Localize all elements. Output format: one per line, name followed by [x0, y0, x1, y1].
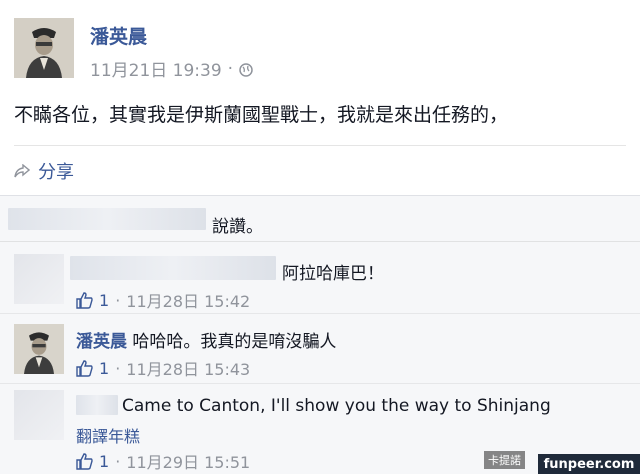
comment-like-count[interactable]: 1	[99, 452, 109, 471]
meta-separator: ·	[115, 451, 121, 471]
watermark-left: 卡提諾	[484, 451, 525, 469]
post-divider	[14, 145, 626, 146]
post-author-name[interactable]: 潘英晨	[90, 22, 147, 49]
post-body-text: 不瞞各位，其實我是伊斯蘭國聖戰士，我就是來出任務的，	[14, 104, 509, 126]
likes-text: 說讚。	[212, 217, 263, 237]
meta-separator: ·	[115, 358, 121, 378]
watermark-right: funpeer.com	[538, 454, 640, 474]
meta-separator: ·	[115, 290, 121, 310]
blurred-commenter-name	[70, 256, 276, 280]
comment-text: 哈哈哈。我真的是唷沒騙人	[132, 332, 337, 352]
blurred-liker-names	[8, 208, 206, 230]
comment-text-line: 潘英晨 哈哈哈。我真的是唷沒騙人	[76, 327, 336, 352]
author-avatar[interactable]	[14, 18, 74, 78]
thumbs-up-icon[interactable]	[76, 359, 93, 377]
blurred-commenter-name	[76, 395, 118, 415]
post-card: 潘英晨 11月21日 19:39 · 不瞞各位，其實我是伊斯蘭國聖戰士，我就是來…	[0, 0, 640, 196]
comment-text: Came to Canton, I'll show you the way to…	[122, 396, 551, 416]
comment-text: 阿拉哈庫巴！	[282, 264, 384, 284]
share-icon	[14, 164, 30, 178]
post-meta: 11月21日 19:39 ·	[90, 56, 253, 81]
comment-timestamp[interactable]: 11月29日 15:51	[126, 449, 250, 473]
commenter-avatar[interactable]	[14, 324, 64, 374]
post-timestamp[interactable]: 11月21日 19:39	[90, 56, 222, 81]
comment-meta: 1 · 11月29日 15:51	[76, 449, 250, 473]
comment-like-count[interactable]: 1	[99, 359, 109, 378]
meta-separator: ·	[227, 58, 234, 79]
commenter-name[interactable]: 潘英晨	[76, 332, 127, 352]
comment-meta: 1 · 11月28日 15:43	[76, 356, 250, 380]
thumbs-up-icon[interactable]	[76, 291, 93, 309]
share-button[interactable]: 分享	[14, 158, 74, 184]
translate-link[interactable]: 翻譯年糕	[76, 423, 140, 447]
comment-timestamp[interactable]: 11月28日 15:42	[126, 288, 250, 312]
comment-like-count[interactable]: 1	[99, 291, 109, 310]
thumbs-up-icon[interactable]	[76, 452, 93, 470]
share-label: 分享	[38, 162, 74, 183]
commenter-avatar-blurred[interactable]	[14, 390, 64, 440]
comment-meta: 1 · 11月28日 15:42	[76, 288, 250, 312]
globe-icon[interactable]	[239, 62, 253, 77]
comment-timestamp[interactable]: 11月28日 15:43	[126, 356, 250, 380]
commenter-avatar-blurred[interactable]	[14, 254, 64, 304]
